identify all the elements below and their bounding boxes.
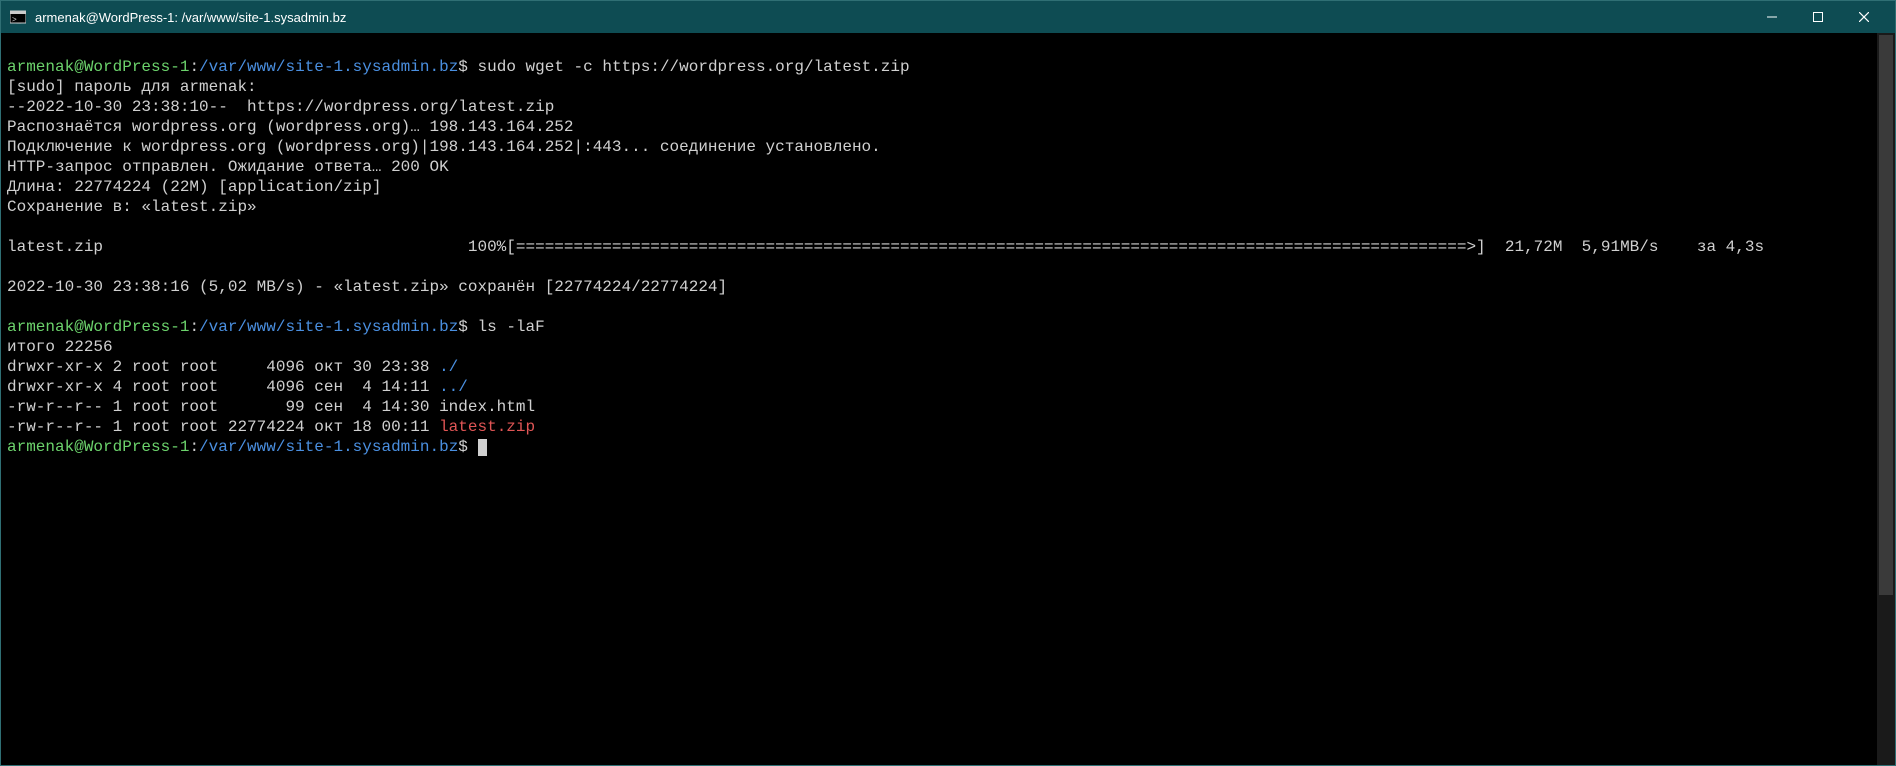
prompt-sep: : — [189, 58, 199, 76]
wget-done-line: 2022-10-30 23:38:16 (5,02 MB/s) - «lates… — [7, 278, 727, 296]
prompt-user-host: armenak@WordPress-1 — [7, 438, 189, 456]
command-ls: ls -laF — [478, 318, 545, 336]
wget-line: HTTP-запрос отправлен. Ожидание ответа… … — [7, 158, 449, 176]
prompt-cwd: /var/www/site-1.sysadmin.bz — [199, 58, 458, 76]
progress-filename: latest.zip — [7, 238, 103, 256]
terminal-window: >_ armenak@WordPress-1: /var/www/site-1.… — [0, 0, 1896, 766]
ls-dir: ./ — [439, 358, 458, 376]
cursor — [478, 439, 487, 456]
ls-total: итого 22256 — [7, 338, 113, 356]
progress-eta: за 4,3s — [1697, 238, 1764, 256]
progress-bar: [=======================================… — [506, 238, 1485, 256]
wget-line: Длина: 22774224 (22M) [application/zip] — [7, 178, 381, 196]
wget-sudo-line: [sudo] пароль для armenak: — [7, 78, 257, 96]
app-icon: >_ — [9, 8, 27, 26]
minimize-button[interactable] — [1749, 1, 1795, 33]
ls-row: -rw-r--r-- 1 root root 22774224 окт 18 0… — [7, 418, 439, 436]
ls-row: -rw-r--r-- 1 root root 99 сен 4 14:30 in… — [7, 398, 535, 416]
wget-line: Сохранение в: «latest.zip» — [7, 198, 257, 216]
prompt-sep: : — [189, 438, 199, 456]
ls-row: drwxr-xr-x 4 root root 4096 сен 4 14:11 — [7, 378, 439, 396]
progress-size: 21,72M — [1505, 238, 1563, 256]
maximize-button[interactable] — [1795, 1, 1841, 33]
prompt-symbol: $ — [458, 58, 468, 76]
svg-text:>_: >_ — [12, 15, 22, 24]
ls-dir: ../ — [439, 378, 468, 396]
scrollbar[interactable] — [1877, 33, 1895, 765]
ls-archive: latest.zip — [439, 418, 535, 436]
titlebar[interactable]: >_ armenak@WordPress-1: /var/www/site-1.… — [1, 1, 1895, 33]
prompt-sep: : — [189, 318, 199, 336]
prompt-cwd: /var/www/site-1.sysadmin.bz — [199, 318, 458, 336]
prompt-user-host: armenak@WordPress-1 — [7, 318, 189, 336]
close-button[interactable] — [1841, 1, 1887, 33]
ls-row: drwxr-xr-x 2 root root 4096 окт 30 23:38 — [7, 358, 439, 376]
wget-line: Распознаётся wordpress.org (wordpress.or… — [7, 118, 574, 136]
scrollbar-thumb[interactable] — [1879, 35, 1893, 595]
window-title: armenak@WordPress-1: /var/www/site-1.sys… — [35, 10, 346, 25]
wget-line: --2022-10-30 23:38:10-- https://wordpres… — [7, 98, 554, 116]
prompt-cwd: /var/www/site-1.sysadmin.bz — [199, 438, 458, 456]
command-wget: sudo wget -c https://wordpress.org/lates… — [478, 58, 910, 76]
progress-percent: 100% — [468, 238, 506, 256]
prompt-user-host: armenak@WordPress-1 — [7, 58, 189, 76]
progress-speed: 5,91MB/s — [1582, 238, 1659, 256]
prompt-symbol: $ — [458, 438, 468, 456]
prompt-symbol: $ — [458, 318, 468, 336]
terminal-body[interactable]: armenak@WordPress-1:/var/www/site-1.sysa… — [1, 33, 1895, 765]
wget-line: Подключение к wordpress.org (wordpress.o… — [7, 138, 881, 156]
